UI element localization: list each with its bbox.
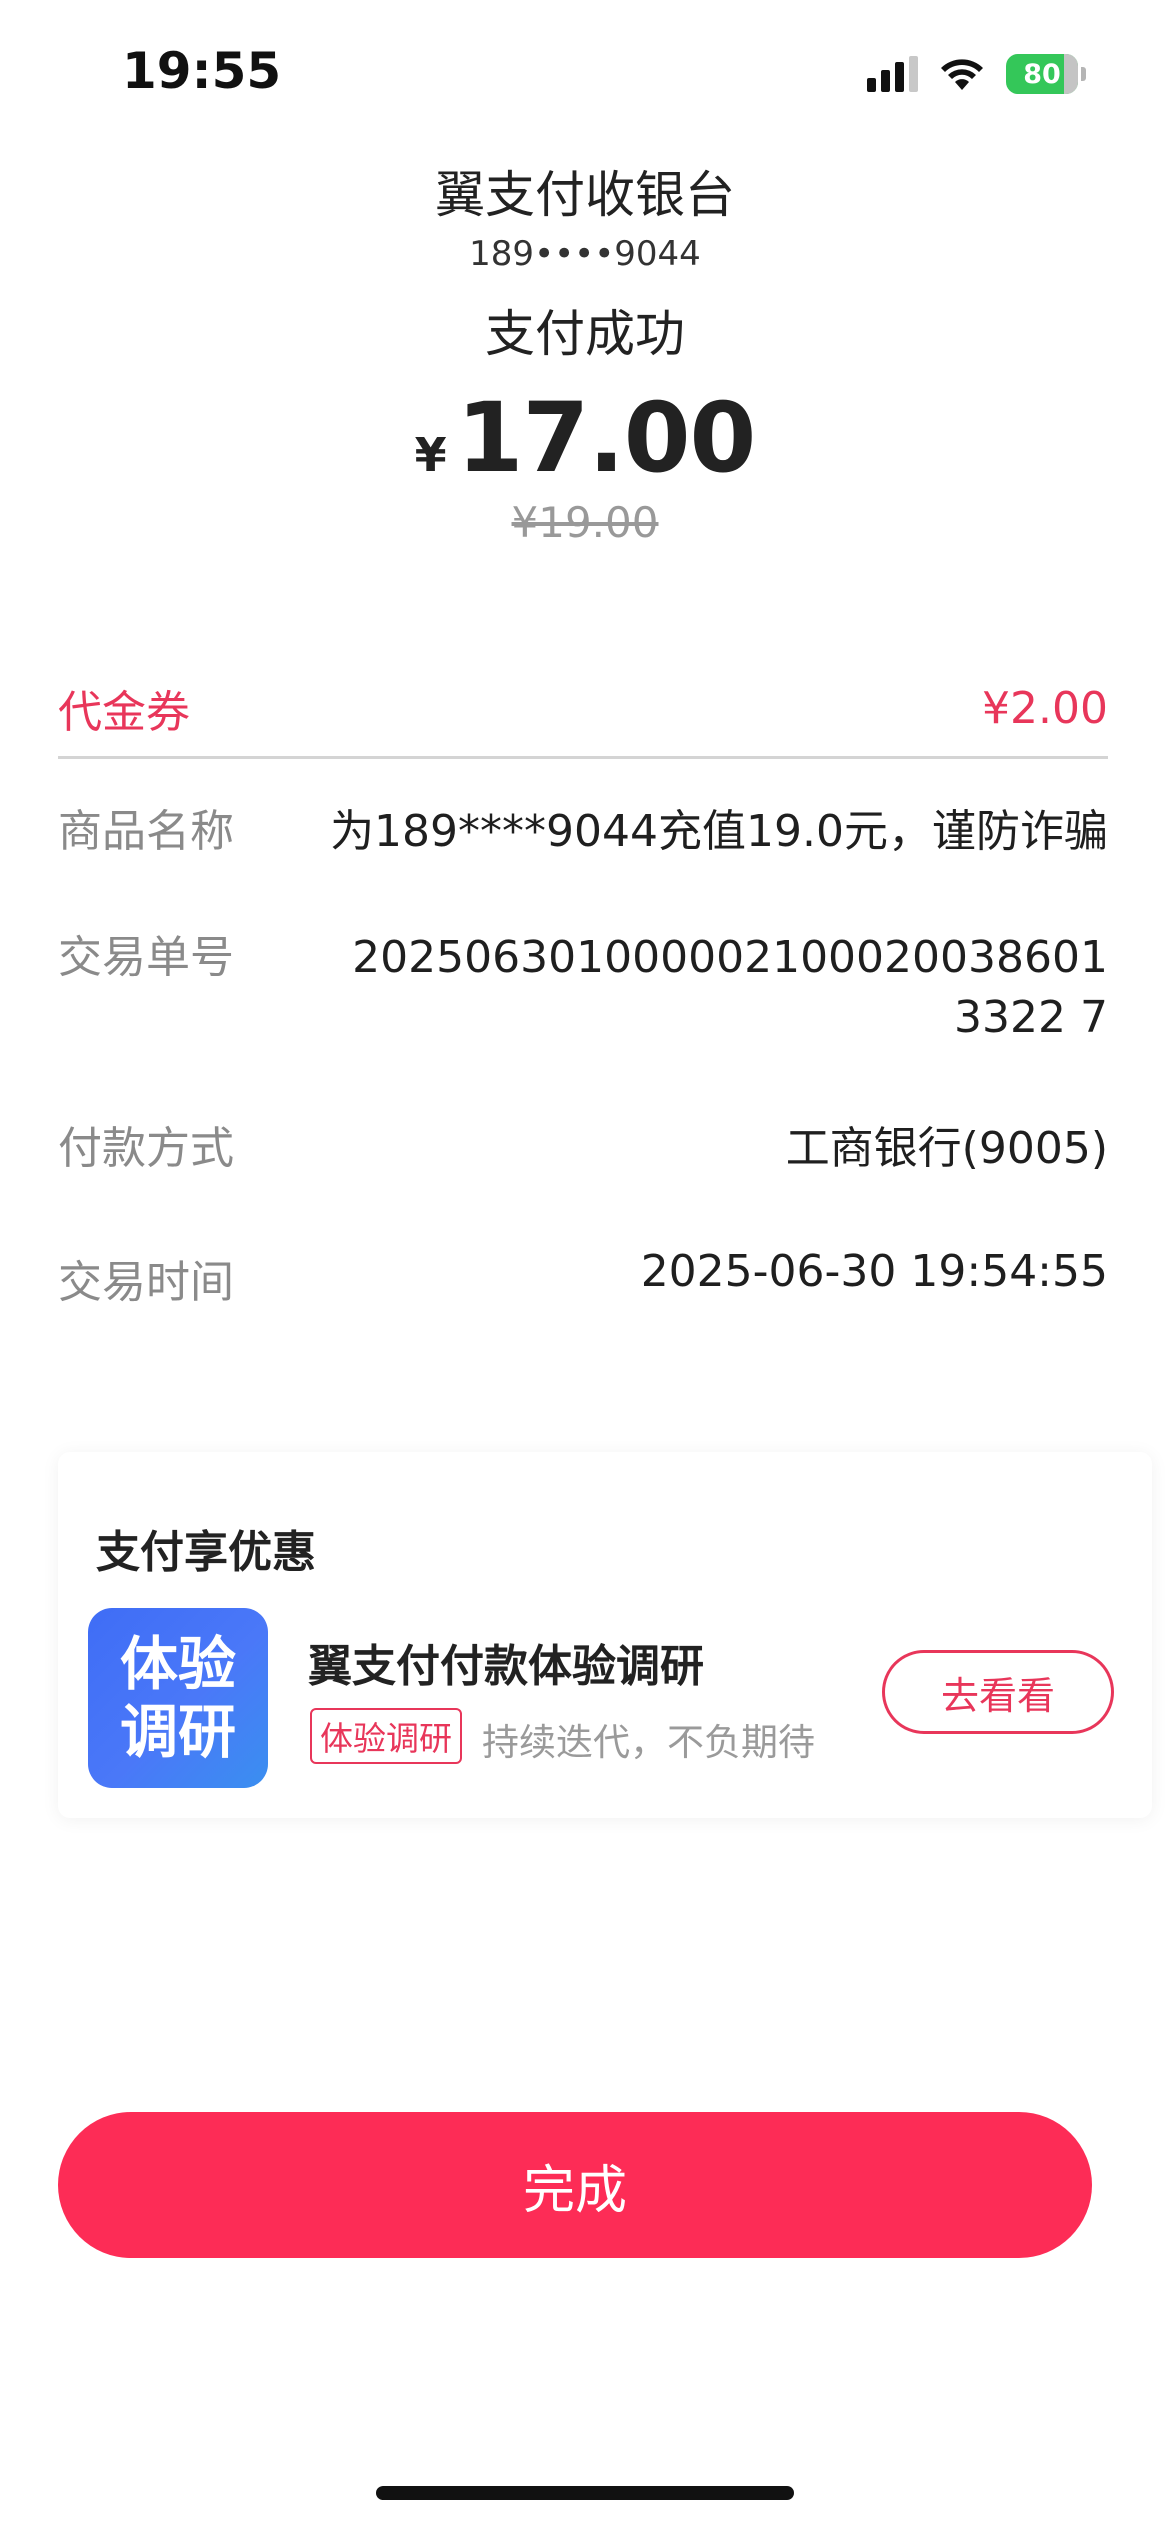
- amount-currency: ¥: [414, 428, 447, 482]
- coupon-value: ¥2.00: [982, 682, 1108, 734]
- coupon-row: 代金券 ¥2.00: [58, 660, 1108, 759]
- status-icons: 80: [867, 54, 1086, 94]
- promo-title: 支付享优惠: [96, 1527, 316, 1578]
- promo-subtitle: 持续迭代，不负期待: [482, 1721, 815, 1764]
- done-button[interactable]: 完成: [58, 2112, 1092, 2258]
- detail-label: 商品名称: [58, 806, 234, 857]
- payment-header: 翼支付收银台 189••••9044 支付成功 ¥ 17.00 ¥19.00: [0, 160, 1170, 547]
- home-indicator[interactable]: [376, 2486, 794, 2500]
- detail-value: 2025-06-30 19:54:55: [640, 1246, 1108, 1297]
- battery-icon: 80: [1006, 54, 1086, 94]
- logo-line-1: 体验: [119, 1630, 236, 1698]
- cellular-signal-icon: [867, 56, 918, 92]
- original-amount: ¥19.00: [511, 498, 659, 547]
- battery-level: 80: [1023, 58, 1061, 90]
- view-promo-button[interactable]: 去看看: [882, 1650, 1114, 1734]
- paid-amount: 17.00: [456, 382, 757, 494]
- detail-label: 付款方式: [58, 1123, 234, 1174]
- status-time: 19:55: [122, 42, 282, 100]
- detail-value: 2025063010000021000200386013322 7: [352, 932, 1108, 1043]
- promo-name: 翼支付付款体验调研: [308, 1641, 704, 1692]
- payment-status: 支付成功: [485, 305, 685, 363]
- detail-row-product: 商品名称 为189****9044充值19.0元，谨防诈骗: [58, 795, 1108, 859]
- promo-tag: 体验调研: [310, 1708, 462, 1764]
- detail-row-transaction-time: 交易时间 2025-06-30 19:54:55: [58, 1246, 1108, 1310]
- detail-label: 交易单号: [58, 932, 234, 983]
- survey-logo-icon: 体验 调研: [88, 1608, 268, 1788]
- wifi-icon: [941, 59, 983, 90]
- detail-row-payment-method: 付款方式 工商银行(9005): [58, 1112, 1108, 1176]
- status-bar: 19:55 80: [0, 0, 1170, 150]
- detail-value: 工商银行(9005): [785, 1123, 1108, 1174]
- detail-label: 交易时间: [58, 1257, 234, 1308]
- promo-card: 支付享优惠 体验 调研 翼支付付款体验调研 体验调研 持续迭代，不负期待 去看看: [58, 1452, 1152, 1818]
- phone-number: 189••••9044: [469, 234, 701, 274]
- logo-line-2: 调研: [119, 1698, 236, 1766]
- cashier-title: 翼支付收银台: [435, 166, 735, 224]
- detail-value: 为189****9044充值19.0元，谨防诈骗: [330, 806, 1108, 857]
- amount-row: ¥ 17.00: [0, 382, 1170, 494]
- detail-row-order-number: 交易单号 2025063010000021000200386013322 7: [58, 928, 1108, 1048]
- coupon-label: 代金券: [58, 687, 190, 738]
